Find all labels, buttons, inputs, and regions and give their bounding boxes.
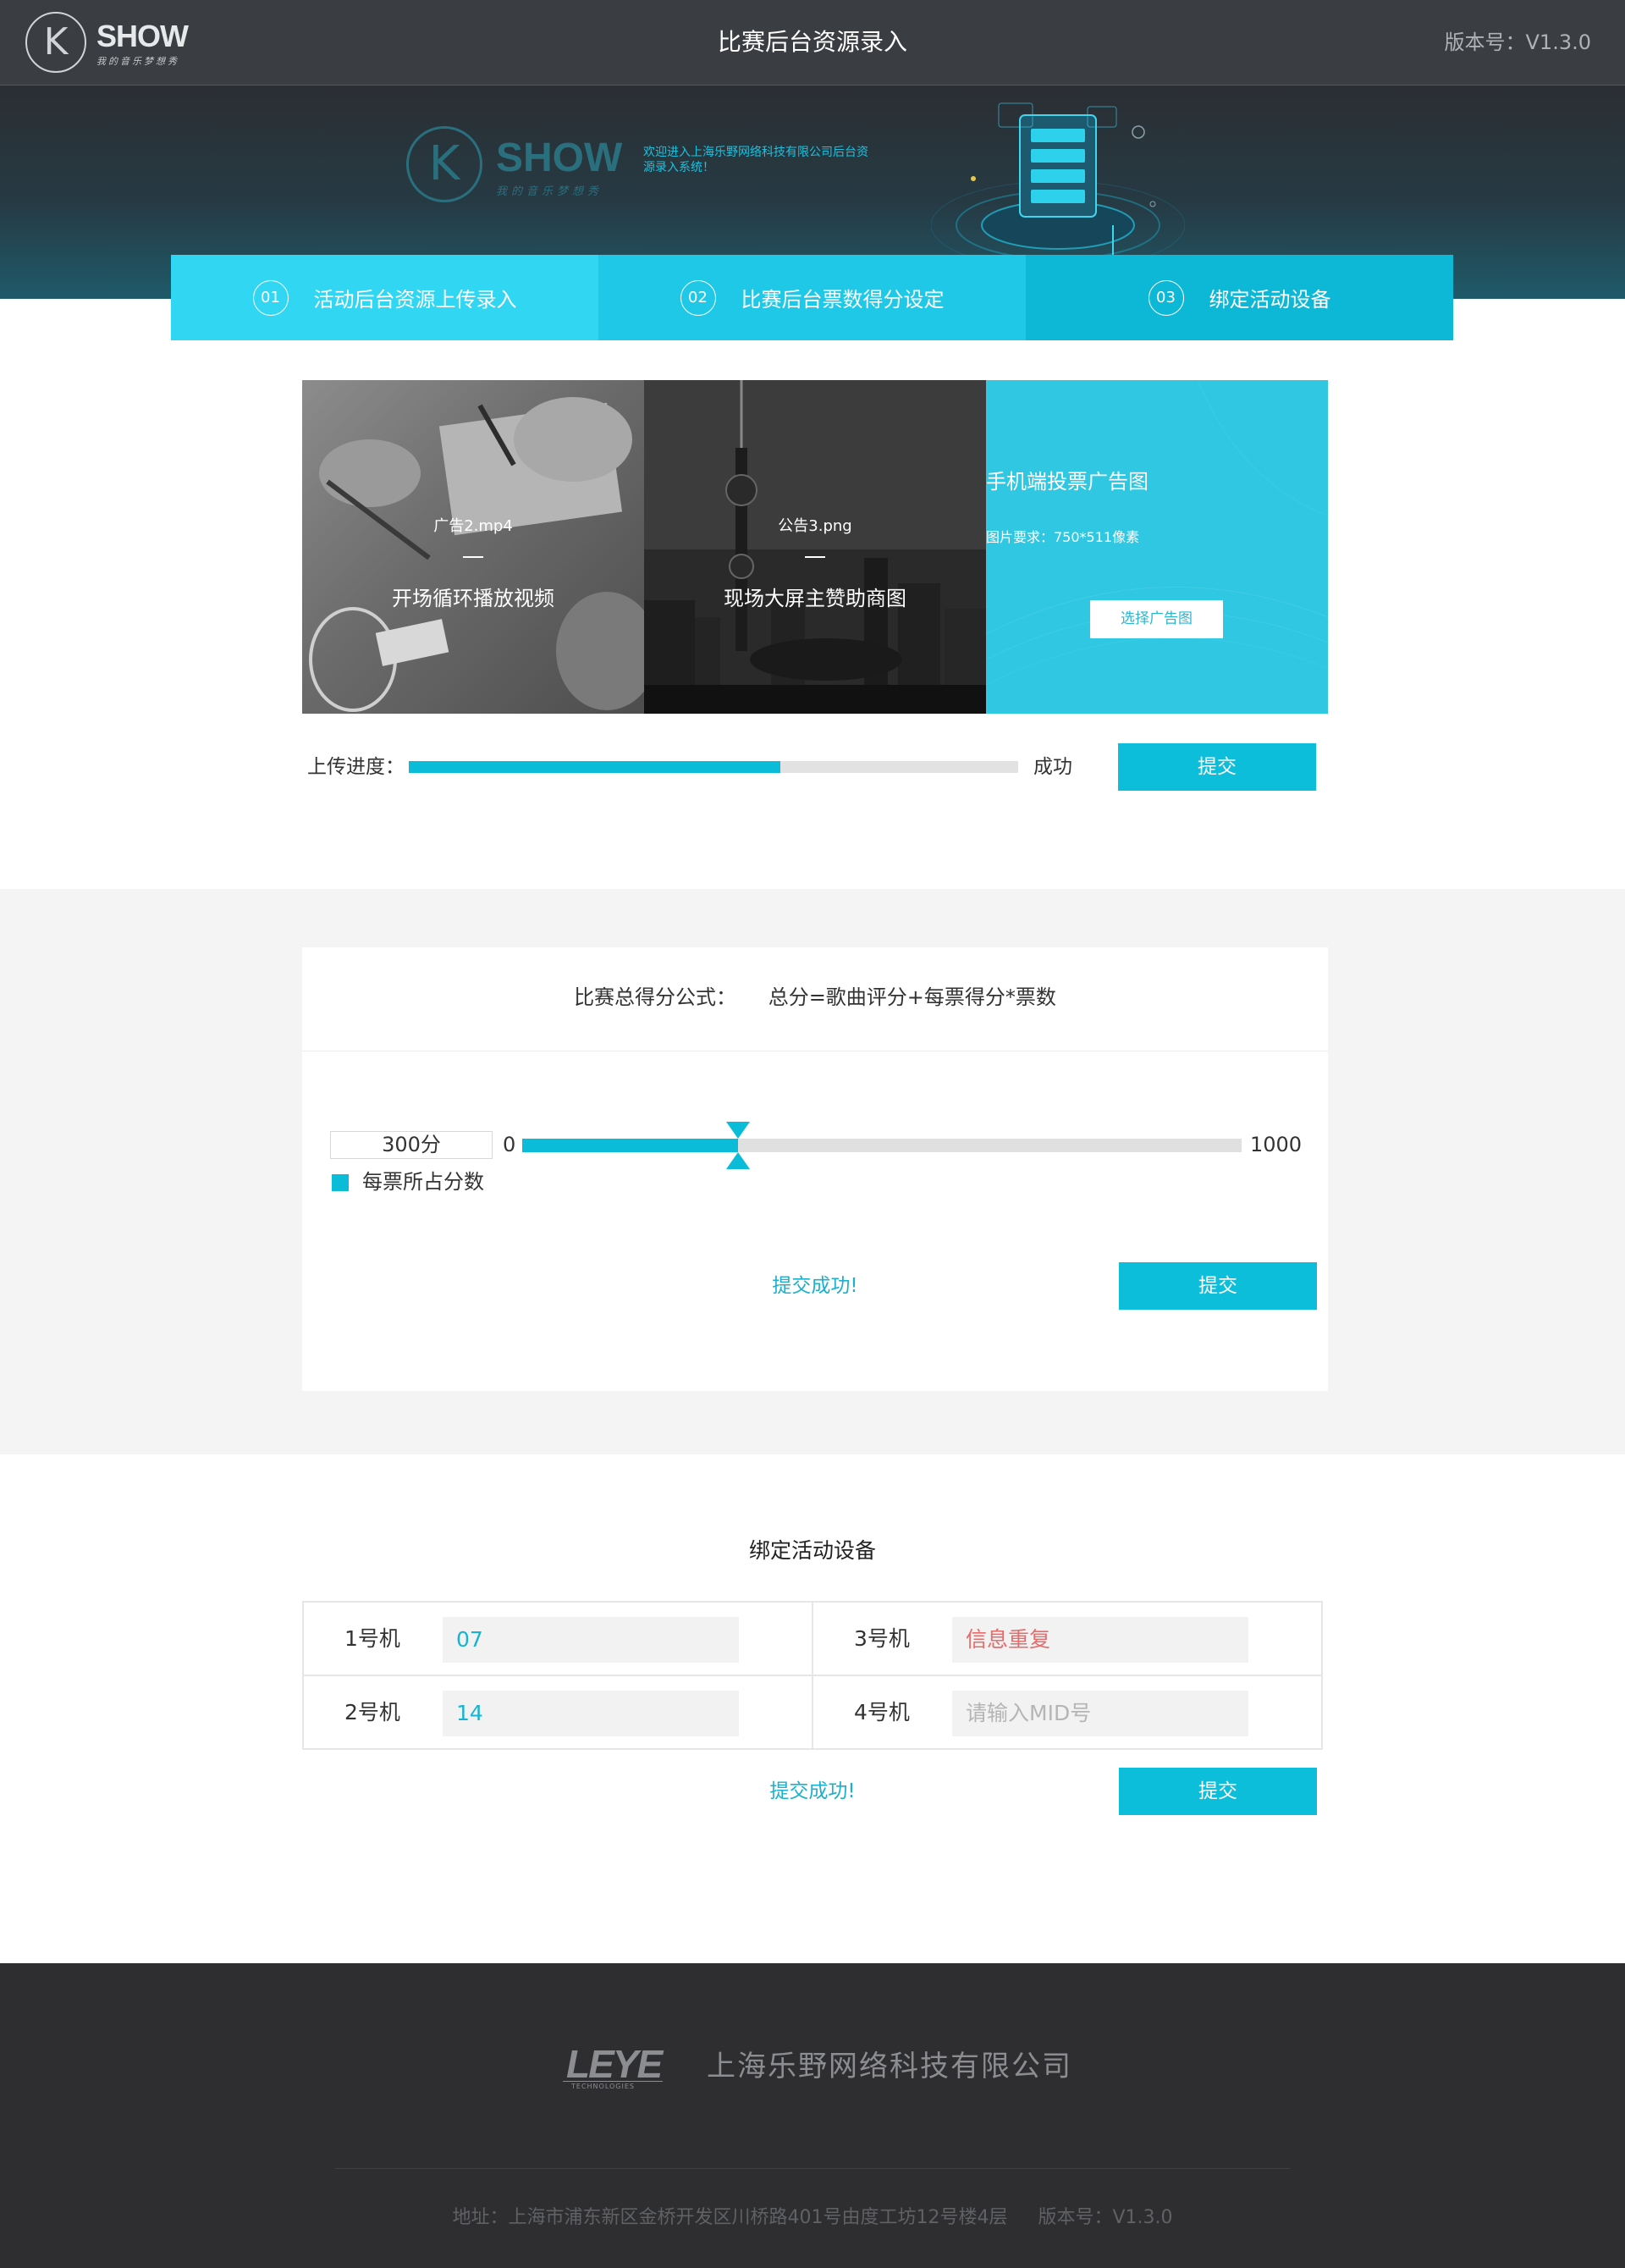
version-label: 版本号：V1.3.0 <box>1444 30 1591 54</box>
image-card-overlay: 公告3.png 现场大屏主赞助商图 <box>644 380 986 714</box>
formula-row: 比赛总得分公式： 总分=歌曲评分+每票得分*票数 <box>302 947 1328 1051</box>
device-mid-input-1[interactable]: 07 <box>443 1617 739 1663</box>
page-title: 比赛后台资源录入 <box>717 28 907 56</box>
upload-progress-bar <box>409 761 1018 773</box>
leye-logo-rule <box>563 2081 663 2082</box>
banner-logo: K SHOW 我的音乐梦想秀 <box>406 126 626 204</box>
tab-score-setting[interactable]: 02 比赛后台票数得分设定 <box>598 255 1026 340</box>
footer-version: 版本号：V1.3.0 <box>1038 2207 1173 2228</box>
device-cell-1: 1号机 07 <box>304 1603 812 1675</box>
upload-progress-label: 上传进度： <box>307 756 405 778</box>
points-per-vote-input[interactable]: 300分 <box>330 1131 493 1159</box>
tab-resource-upload[interactable]: 01 活动后台资源上传录入 <box>171 255 598 340</box>
choose-ad-image-button[interactable]: 选择广告图 <box>1090 600 1223 638</box>
image-upload-card[interactable]: 公告3.png 现场大屏主赞助商图 <box>644 380 986 714</box>
video-upload-card[interactable]: 广告2.mp4 开场循环播放视频 <box>302 380 644 714</box>
mobile-ad-title: 手机端投票广告图 <box>986 470 1149 494</box>
device-mid-input-2[interactable]: 14 <box>443 1691 739 1736</box>
device-cell-4: 4号机 请输入MID号 <box>813 1676 1321 1749</box>
tab-number: 02 <box>680 279 716 316</box>
separator-dash <box>805 556 825 558</box>
tab-number: 03 <box>1148 279 1184 316</box>
media-cards: 广告2.mp4 开场循环播放视频 公告3.png 现场大屏主赞助商图 手机端投票… <box>302 380 1328 714</box>
leye-logo-word: LEYE <box>566 2042 663 2086</box>
tab-number: 01 <box>252 279 289 316</box>
upload-progress-row: 上传进度： 成功 提交 <box>302 743 1328 791</box>
tab-label: 活动后台资源上传录入 <box>313 288 517 312</box>
step-tabs: 01 活动后台资源上传录入 02 比赛后台票数得分设定 03 绑定活动设备 <box>171 255 1453 340</box>
leye-logo-sub: TECHNOLOGIES <box>571 2083 635 2090</box>
footer: LEYE TECHNOLOGIES 上海乐野网络科技有限公司 地址：上海市浦东新… <box>0 1963 1625 2268</box>
image-caption: 现场大屏主赞助商图 <box>724 587 906 610</box>
tab-label: 绑定活动设备 <box>1209 288 1331 312</box>
tab-label: 比赛后台票数得分设定 <box>741 288 945 312</box>
company-address: 地址：上海市浦东新区金桥开发区川桥路401号由度工坊12号楼4层 <box>452 2207 1008 2228</box>
device-binding-table: 1号机 07 3号机 信息重复 2号机 14 4号机 请输入MID号 <box>302 1601 1323 1750</box>
device-label: 4号机 <box>854 1700 910 1724</box>
top-bar: K SHOW 我的音乐梦想秀 比赛后台资源录入 版本号：V1.3.0 <box>0 0 1625 86</box>
upload-status: 成功 <box>1033 756 1072 778</box>
mobile-ad-requirement: 图片要求：750*511像素 <box>986 529 1140 545</box>
legend-swatch <box>332 1174 349 1191</box>
legend-label: 每票所占分数 <box>362 1170 484 1194</box>
slider-fill <box>522 1139 738 1152</box>
device-label: 2号机 <box>344 1700 400 1724</box>
banner-logo-tagline: 我的音乐梦想秀 <box>496 185 603 198</box>
leye-logo: LEYE TECHNOLOGIES <box>563 2041 669 2092</box>
formula-text: 总分=歌曲评分+每票得分*票数 <box>768 985 1056 1009</box>
device-mid-input-4[interactable]: 请输入MID号 <box>952 1691 1248 1736</box>
tab-bind-devices[interactable]: 03 绑定活动设备 <box>1026 255 1453 340</box>
device-label: 1号机 <box>344 1626 400 1651</box>
video-card-overlay: 广告2.mp4 开场循环播放视频 <box>302 380 644 714</box>
video-caption: 开场循环播放视频 <box>392 587 554 610</box>
company-name: 上海乐野网络科技有限公司 <box>707 2050 1072 2083</box>
upload-submit-button[interactable]: 提交 <box>1118 743 1316 791</box>
slider-thumb[interactable] <box>726 1122 750 1169</box>
footer-info: 地址：上海市浦东新区金桥开发区川桥路401号由度工坊12号楼4层 版本号：V1.3… <box>0 2202 1625 2229</box>
bind-submit-button[interactable]: 提交 <box>1119 1768 1317 1815</box>
slider-legend: 每票所占分数 <box>332 1169 484 1195</box>
device-cell-3: 3号机 信息重复 <box>813 1603 1321 1675</box>
score-submit-button[interactable]: 提交 <box>1119 1262 1317 1310</box>
device-cell-2: 2号机 14 <box>304 1676 812 1749</box>
welcome-text: 欢迎进入上海乐野网络科技有限公司后台资源录入系统！ <box>643 146 868 174</box>
formula-label: 比赛总得分公式： <box>574 985 737 1009</box>
footer-divider <box>335 2168 1290 2169</box>
video-filename: 广告2.mp4 <box>433 517 513 535</box>
separator-dash <box>463 556 483 558</box>
score-panel: 比赛总得分公式： 总分=歌曲评分+每票得分*票数 300分 0 1000 每票所… <box>302 947 1328 1391</box>
slider-max-label: 1000 <box>1250 1133 1303 1156</box>
image-filename: 公告3.png <box>778 517 852 535</box>
device-mid-input-3[interactable]: 信息重复 <box>952 1617 1248 1663</box>
mobile-ad-card: 手机端投票广告图 图片要求：750*511像素 选择广告图 <box>986 380 1328 714</box>
slider-min-label: 0 <box>503 1133 516 1156</box>
banner-logo-k-mark: K <box>428 136 460 191</box>
ad-card-pattern <box>986 380 1328 686</box>
device-label: 3号机 <box>854 1626 910 1651</box>
server-illustration <box>931 102 1185 270</box>
banner-logo-word: SHOW <box>496 135 623 180</box>
points-slider[interactable] <box>522 1122 1242 1169</box>
score-section: 比赛总得分公式： 总分=歌曲评分+每票得分*票数 300分 0 1000 每票所… <box>0 889 1625 1454</box>
bind-section-title: 绑定活动设备 <box>748 1538 876 1563</box>
upload-progress-fill <box>409 761 781 773</box>
